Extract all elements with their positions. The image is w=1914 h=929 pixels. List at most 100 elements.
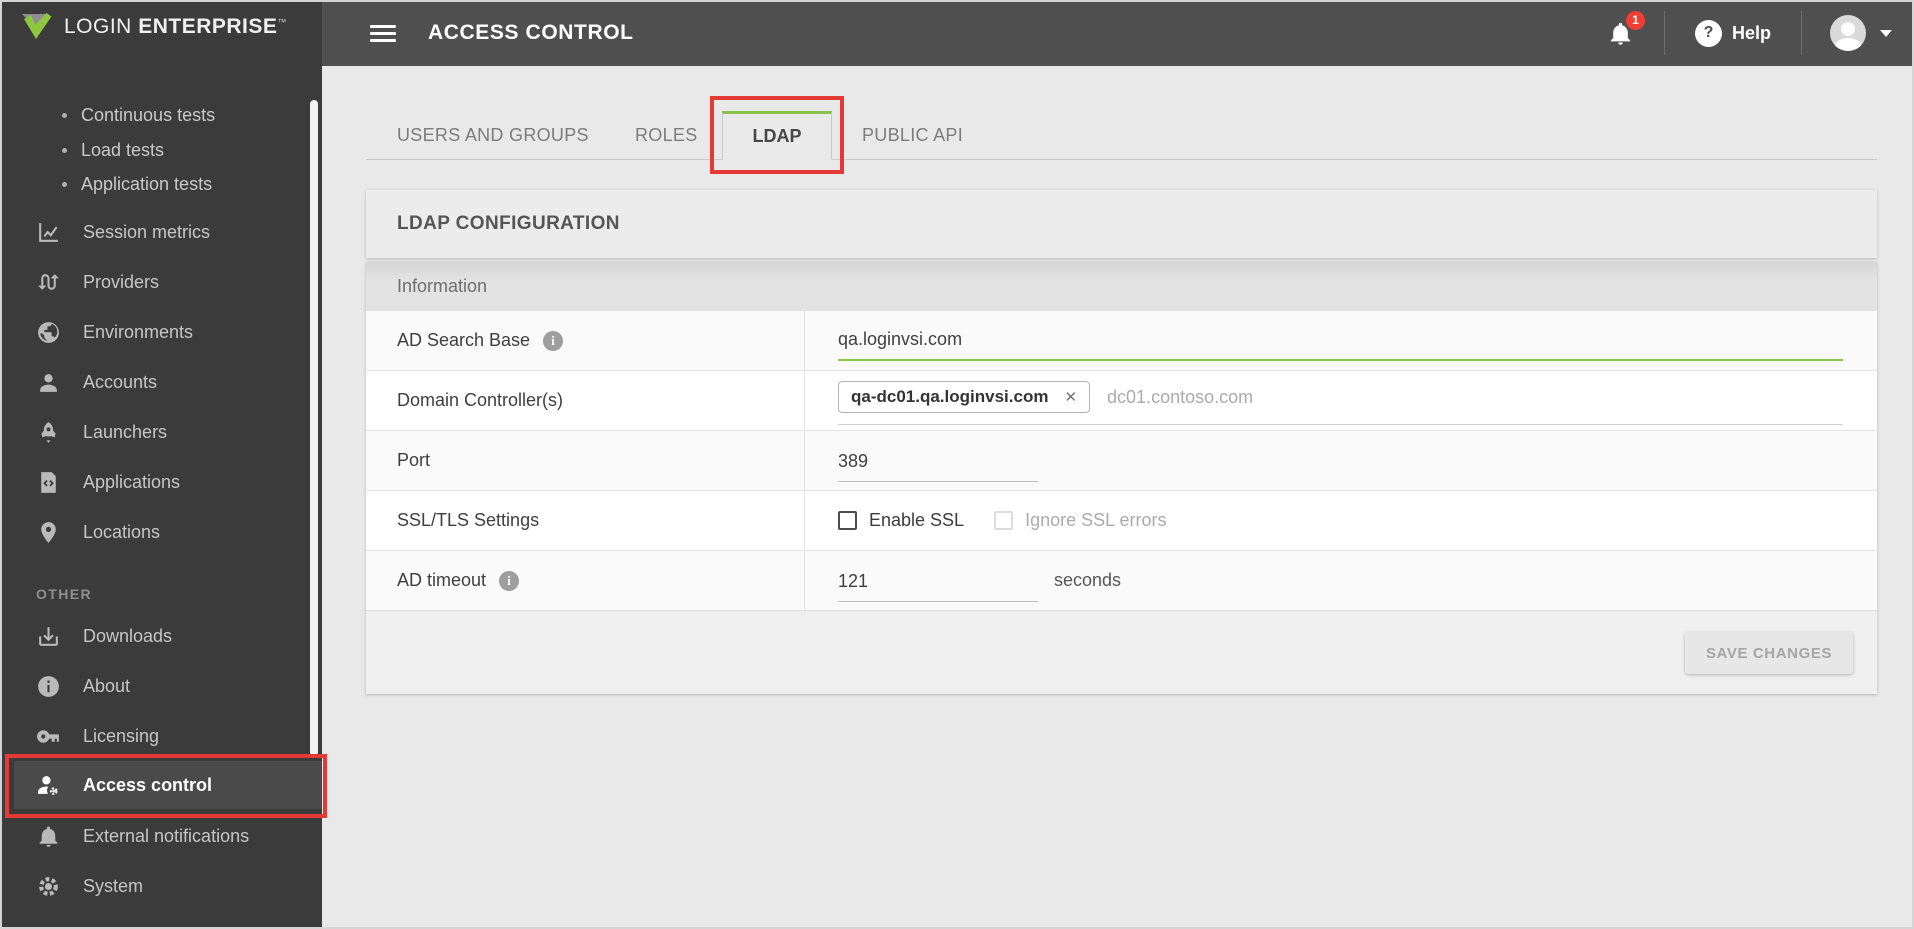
info-icon[interactable]: i <box>543 330 564 351</box>
swap-icon <box>38 273 59 290</box>
info-icon[interactable]: i <box>499 570 520 591</box>
sidebar-item-about[interactable]: About <box>0 662 322 710</box>
ad-search-base-value: qa.loginvsi.com <box>838 329 963 349</box>
sidebar-item-label: Access control <box>83 774 213 795</box>
field-label: AD Search Base <box>397 330 531 350</box>
info-icon <box>38 675 59 697</box>
tab-ldap[interactable]: LDAP <box>722 111 832 160</box>
app-logo[interactable]: LOGIN ENTERPRISE™ <box>20 12 287 42</box>
sidebar-item-application-tests[interactable]: Application tests <box>62 169 212 199</box>
sidebar-item-system[interactable]: System <box>0 862 322 910</box>
sidebar-item-label: Launchers <box>83 421 168 442</box>
help-label: Help <box>1731 22 1771 43</box>
sidebar-section-other: OTHER <box>36 586 92 602</box>
topbar: ACCESS CONTROL 1 ? Help <box>322 0 1914 66</box>
avatar <box>1830 15 1866 51</box>
question-icon: ? <box>1694 19 1722 47</box>
sidebar-item-launchers[interactable]: Launchers <box>0 408 322 456</box>
rocket-icon <box>41 421 56 443</box>
sidebar-item-downloads[interactable]: Downloads <box>0 612 322 660</box>
ad-timeout-unit: seconds <box>1054 570 1122 590</box>
enable-ssl-checkbox[interactable] <box>838 511 857 530</box>
code-file-icon <box>41 471 56 493</box>
gear-icon <box>39 876 58 896</box>
remove-chip-icon[interactable]: ✕ <box>1064 388 1077 406</box>
sidebar-item-label: Load tests <box>81 139 165 160</box>
ad-timeout-value: 121 <box>838 570 869 591</box>
sidebar-item-locations[interactable]: Locations <box>0 508 322 556</box>
port-value: 389 <box>838 450 869 471</box>
logo-text: LOGIN ENTERPRISE™ <box>64 15 287 38</box>
notifications-button[interactable]: 1 <box>1607 10 1645 47</box>
enable-ssl-label: Enable SSL <box>869 510 965 530</box>
domain-controllers-input[interactable]: qa-dc01.qa.loginvsi.com ✕ dc01.contoso.c… <box>838 377 1843 425</box>
sidebar-scrollbar[interactable] <box>310 100 318 756</box>
field-label: Port <box>397 450 431 470</box>
section-heading-information: Information <box>366 262 1877 310</box>
sidebar-item-access-control[interactable]: Access control <box>14 761 322 809</box>
help-button[interactable]: ? Help <box>1694 19 1771 47</box>
sidebar-item-label: Downloads <box>83 625 173 646</box>
hamburger-menu-icon[interactable] <box>370 24 396 42</box>
field-label: SSL/TLS Settings <box>397 510 540 530</box>
domain-controller-chip: qa-dc01.qa.loginvsi.com ✕ <box>838 381 1091 413</box>
sidebar-item-label: System <box>83 875 144 896</box>
tab-users-and-groups[interactable]: USERS AND GROUPS <box>397 111 589 159</box>
port-input[interactable]: 389 <box>838 440 1038 482</box>
sidebar-item-label: About <box>83 675 131 696</box>
access-control-tabs: USERS AND GROUPS ROLES LDAP PUBLIC API <box>366 96 1877 160</box>
chip-value: qa-dc01.qa.loginvsi.com <box>851 387 1049 406</box>
person-icon <box>40 373 57 392</box>
sidebar-item-session-metrics[interactable]: Session metrics <box>0 208 322 256</box>
sidebar-item-label: External notifications <box>83 825 250 846</box>
logo-checkmark-icon <box>22 13 52 39</box>
sidebar-item-applications[interactable]: Applications <box>0 458 322 506</box>
sidebar-item-label: Providers <box>83 271 160 292</box>
chart-line-icon <box>39 222 58 242</box>
ignore-ssl-errors-label: Ignore SSL errors <box>1025 510 1167 530</box>
ignore-ssl-errors-checkbox <box>994 511 1014 530</box>
sidebar: LOGIN ENTERPRISE™ Continuous tests Load … <box>0 0 322 929</box>
panel-title: LDAP CONFIGURATION <box>366 190 1877 258</box>
bell-icon <box>39 826 58 847</box>
divider <box>1663 11 1665 55</box>
sidebar-item-providers[interactable]: Providers <box>0 258 322 306</box>
domain-controllers-placeholder: dc01.contoso.com <box>1107 386 1254 407</box>
bullet-icon <box>62 112 67 118</box>
sidebar-item-continuous-tests[interactable]: Continuous tests <box>62 100 215 130</box>
sidebar-item-label: Application tests <box>81 173 213 194</box>
chevron-down-icon <box>1880 29 1892 37</box>
sidebar-item-environments[interactable]: Environments <box>0 308 322 356</box>
map-pin-icon <box>41 521 56 543</box>
sidebar-item-label: Accounts <box>83 371 158 392</box>
table-row: SSL/TLS Settings Enable SSL Ignore SSL e… <box>366 490 1877 550</box>
panel-footer: SAVE CHANGES <box>366 610 1877 694</box>
field-label: Domain Controller(s) <box>397 390 564 410</box>
ad-timeout-input[interactable]: 121 <box>838 560 1038 602</box>
sidebar-item-accounts[interactable]: Accounts <box>0 358 322 406</box>
download-icon <box>39 626 58 646</box>
field-label: AD timeout <box>397 570 487 590</box>
sidebar-item-label: Session metrics <box>83 221 211 242</box>
sidebar-item-load-tests[interactable]: Load tests <box>62 135 164 165</box>
table-row: AD timeout i 121 seconds <box>366 550 1877 610</box>
bullet-icon <box>62 147 67 153</box>
save-changes-button[interactable]: SAVE CHANGES <box>1685 632 1853 674</box>
tab-roles[interactable]: ROLES <box>635 111 698 159</box>
sidebar-item-licensing[interactable]: Licensing <box>0 712 322 760</box>
table-row: Domain Controller(s) qa-dc01.qa.loginvsi… <box>366 370 1877 430</box>
table-row: AD Search Base i qa.loginvsi.com <box>366 310 1877 370</box>
sidebar-item-external-notifications[interactable]: External notifications <box>0 812 322 860</box>
bullet-icon <box>62 181 67 187</box>
tab-public-api[interactable]: PUBLIC API <box>862 111 963 159</box>
notification-badge: 1 <box>1625 10 1645 30</box>
account-menu[interactable] <box>1830 15 1892 51</box>
ldap-configuration-panel: LDAP CONFIGURATION Information AD Search… <box>366 190 1877 694</box>
key-icon <box>37 729 59 743</box>
table-row: Port 389 <box>366 430 1877 490</box>
sidebar-item-label: Continuous tests <box>81 104 216 125</box>
ad-search-base-input[interactable]: qa.loginvsi.com <box>838 321 1843 361</box>
person-gear-icon <box>38 775 58 795</box>
sidebar-item-label: Licensing <box>83 725 160 746</box>
divider <box>1801 11 1802 55</box>
